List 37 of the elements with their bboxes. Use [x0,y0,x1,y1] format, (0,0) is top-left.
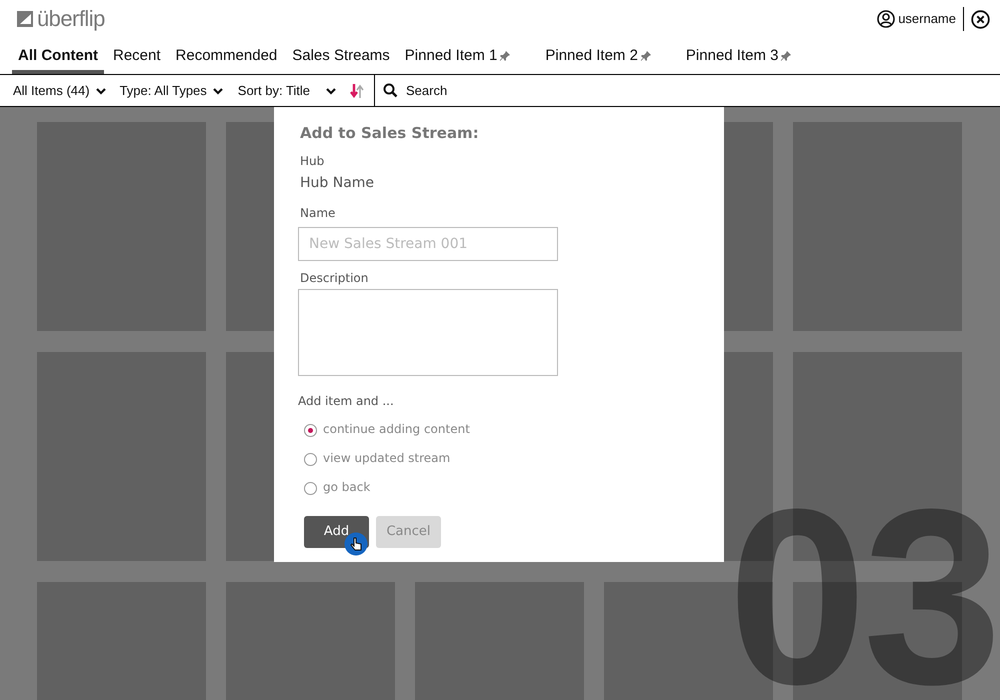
tab[interactable]: Sales Streams [286,38,396,74]
tab[interactable]: Recent [107,38,167,74]
radio-option[interactable]: view updated stream [304,445,724,474]
filter-dropdown[interactable]: All Items (44) [13,80,106,100]
description-field[interactable] [298,289,558,376]
dialog-title: Add to Sales Stream: [300,124,480,142]
radio-button[interactable] [304,453,317,466]
logo-icon [17,11,33,27]
sort-arrows-icon [350,82,364,98]
radio-button[interactable] [304,424,317,437]
user-icon [877,10,896,28]
logo-text: überflip [37,8,105,30]
radio-button[interactable] [304,482,317,495]
close-icon [971,10,990,28]
filter-dropdown[interactable]: Type: All Types [120,80,223,100]
tab[interactable]: Pinned Item 3 [680,38,798,74]
tab[interactable]: Recommended [170,38,284,74]
field-label: Add item and ... [298,394,395,409]
field-label: Hub [300,154,326,169]
filter-dropdown[interactable]: Sort by: Title [238,80,336,100]
hub-name: Hub Name [300,174,376,192]
chevron-down-icon [96,86,106,94]
tab[interactable]: Pinned Item 2 [539,38,658,74]
tab[interactable]: All Content [12,38,104,74]
sort-order-button[interactable] [350,82,364,98]
chevron-down-icon [326,86,336,94]
field-label: Description [300,271,370,286]
name-field[interactable]: New Sales Stream 001 [298,227,558,261]
search-field[interactable]: Search [406,80,1000,100]
radio-option[interactable]: go back [304,474,724,503]
chevron-down-icon [212,86,223,94]
close-button[interactable] [971,10,990,28]
search-icon [383,83,398,98]
radio-option[interactable]: continue adding content [304,416,724,445]
field-label: Name [300,206,336,221]
tab[interactable]: Pinned Item 1 [398,38,518,74]
user-menu[interactable]: username [877,9,963,29]
